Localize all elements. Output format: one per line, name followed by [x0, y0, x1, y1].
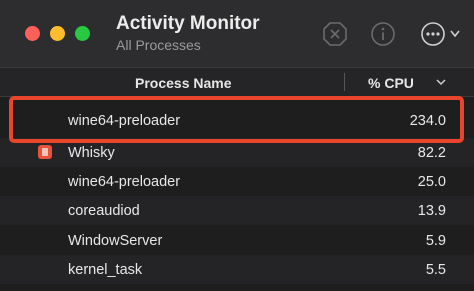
- stop-process-icon[interactable]: [322, 21, 348, 47]
- process-name: coreaudiod: [68, 203, 140, 219]
- process-name: kernel_task: [68, 262, 143, 278]
- process-name: Whisky: [68, 145, 115, 161]
- whisky-app-icon: [38, 145, 52, 159]
- table-row[interactable]: WindowServer 5.9: [0, 226, 474, 255]
- window-title: Activity Monitor: [116, 13, 260, 34]
- close-window-button[interactable]: [25, 26, 40, 41]
- highlight-box: [9, 96, 464, 143]
- process-cpu: 25.0: [417, 174, 446, 190]
- table-header: Process Name % CPU: [0, 67, 474, 97]
- process-cpu: 82.2: [417, 145, 446, 161]
- window-subtitle: All Processes: [116, 37, 201, 53]
- chevron-down-icon[interactable]: [436, 78, 446, 86]
- table-row[interactable]: wine64-preloader 25.0: [0, 167, 474, 196]
- table-row[interactable]: coreaudiod 13.9: [0, 196, 474, 225]
- column-divider: [344, 73, 345, 91]
- table-row[interactable]: kernel_task 5.5: [0, 255, 474, 284]
- more-options-icon[interactable]: [420, 21, 468, 47]
- maximize-window-button[interactable]: [75, 26, 90, 41]
- process-cpu: 5.5: [425, 262, 446, 278]
- process-cpu: 5.9: [425, 233, 446, 249]
- column-header-cpu[interactable]: % CPU: [368, 75, 414, 91]
- process-cpu: 13.9: [417, 203, 446, 219]
- process-name: wine64-preloader: [68, 174, 181, 190]
- column-header-process-name[interactable]: Process Name: [135, 75, 232, 91]
- window-toolbar: Activity Monitor All Processes: [0, 0, 474, 67]
- info-icon[interactable]: [370, 21, 396, 47]
- process-name: WindowServer: [68, 233, 163, 249]
- minimize-window-button[interactable]: [50, 26, 65, 41]
